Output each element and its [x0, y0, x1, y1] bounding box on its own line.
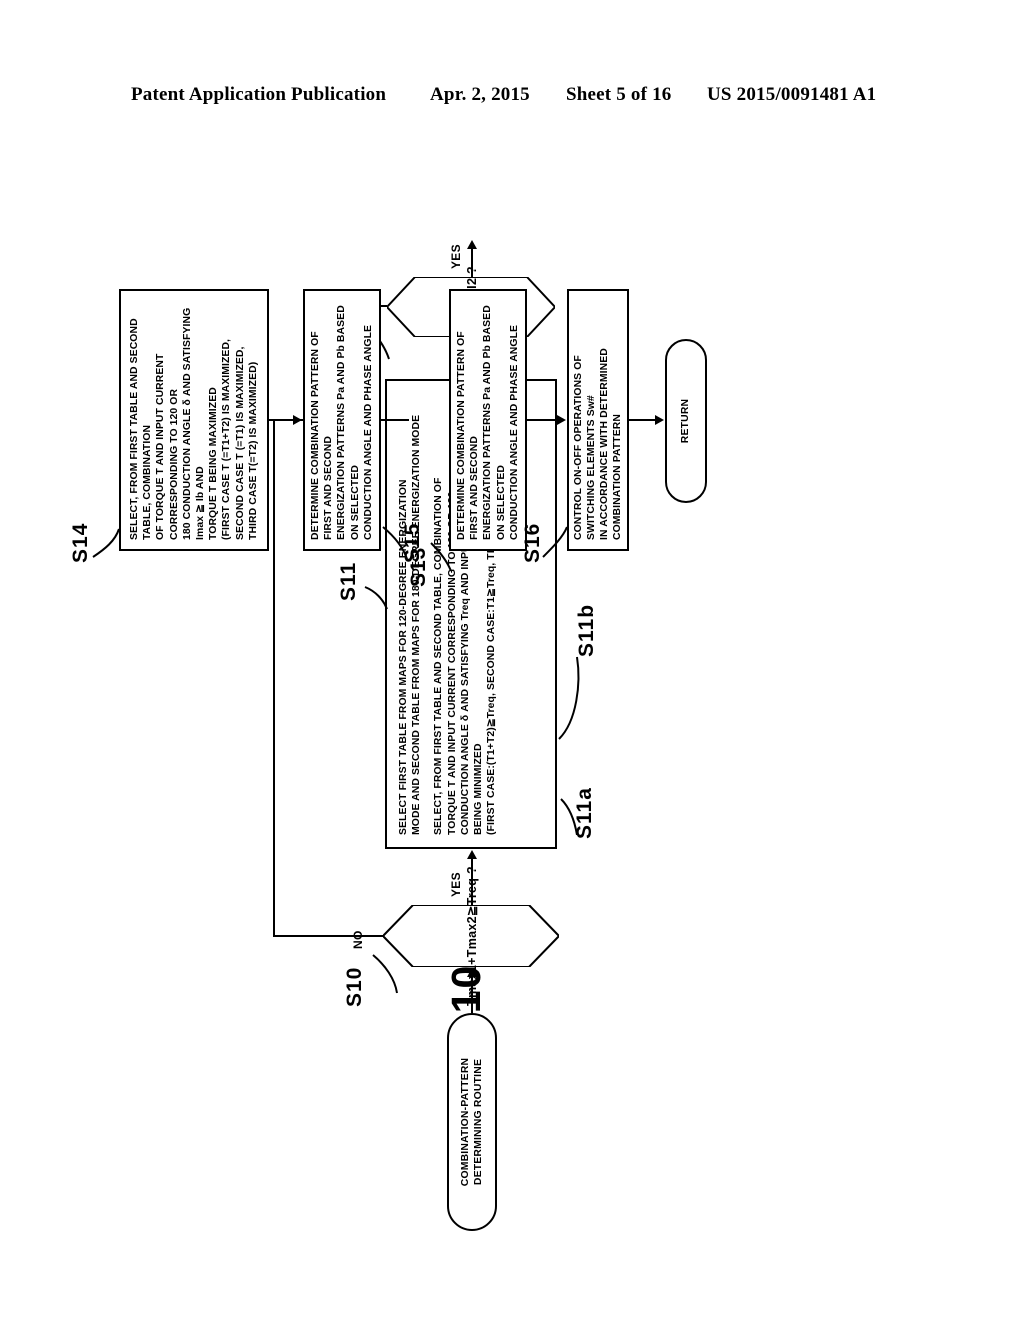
- return-terminal: RETURN: [665, 339, 707, 503]
- arrowhead-s10-yes: [467, 850, 477, 859]
- process-s16: CONTROL ON-OFF OPERATIONS OF SWITCHING E…: [567, 289, 629, 551]
- process-s13-label: DETERMINE COMBINATION PATTERN OF FIRST A…: [456, 305, 520, 540]
- connector-s12-yes: [471, 247, 473, 277]
- decision-s10-yes-label: YES: [449, 872, 463, 897]
- step-ref-s14: S14: [69, 522, 92, 563]
- step-ref-s16: S16: [521, 522, 544, 563]
- process-s13: DETERMINE COMBINATION PATTERN OF FIRST A…: [449, 289, 527, 551]
- arrowhead-s12-yes: [467, 240, 477, 249]
- process-s14: SELECT, FROM FIRST TABLE AND SECOND TABL…: [119, 289, 269, 551]
- publication-label: Patent Application Publication: [131, 84, 387, 105]
- leader-s10: [369, 945, 401, 995]
- step-ref-s10: S10: [343, 966, 366, 1007]
- leader-s11a: [559, 793, 583, 839]
- sheet-number: Sheet 5 of 16: [566, 84, 672, 105]
- process-s15-label: DETERMINE COMBINATION PATTERN OF FIRST A…: [310, 305, 374, 540]
- process-s13-anchor: [403, 238, 404, 239]
- step-ref-s11: S11: [337, 561, 360, 601]
- decision-s10-label: Tmax1+Tmax2≧Treq ?: [464, 866, 479, 1006]
- decision-s10-no-label: NO: [351, 930, 365, 949]
- leader-s11b: [557, 651, 587, 743]
- leader-s11: [363, 569, 389, 613]
- publication-date: Apr. 2, 2015: [430, 84, 530, 105]
- decision-s10: Tmax1+Tmax2≧Treq ?: [383, 866, 559, 1006]
- patent-number: US 2015/0091481 A1: [707, 84, 877, 105]
- connector-s10-no-horizontal: [273, 419, 275, 937]
- connector-s10-yes: [471, 857, 473, 905]
- decision-s12-yes-label: YES: [449, 244, 463, 269]
- process-s14-label: SELECT, FROM FIRST TABLE AND SECOND TABL…: [128, 307, 259, 540]
- connector-s10-no-vertical: [273, 935, 383, 937]
- start-terminal: COMBINATION-PATTERN DETERMINING ROUTINE: [447, 1013, 497, 1231]
- start-terminal-label: COMBINATION-PATTERN DETERMINING ROUTINE: [459, 1057, 484, 1187]
- process-s11a-label: SELECT FIRST TABLE FROM MAPS FOR 120-DEG…: [398, 414, 423, 835]
- step-ref-s11b: S11b: [575, 603, 598, 657]
- process-s16-label: CONTROL ON-OFF OPERATIONS OF SWITCHING E…: [572, 348, 624, 540]
- return-terminal-label: RETURN: [680, 398, 692, 444]
- step-ref-s13: S13: [407, 546, 430, 587]
- process-s15: DETERMINE COMBINATION PATTERN OF FIRST A…: [303, 289, 381, 551]
